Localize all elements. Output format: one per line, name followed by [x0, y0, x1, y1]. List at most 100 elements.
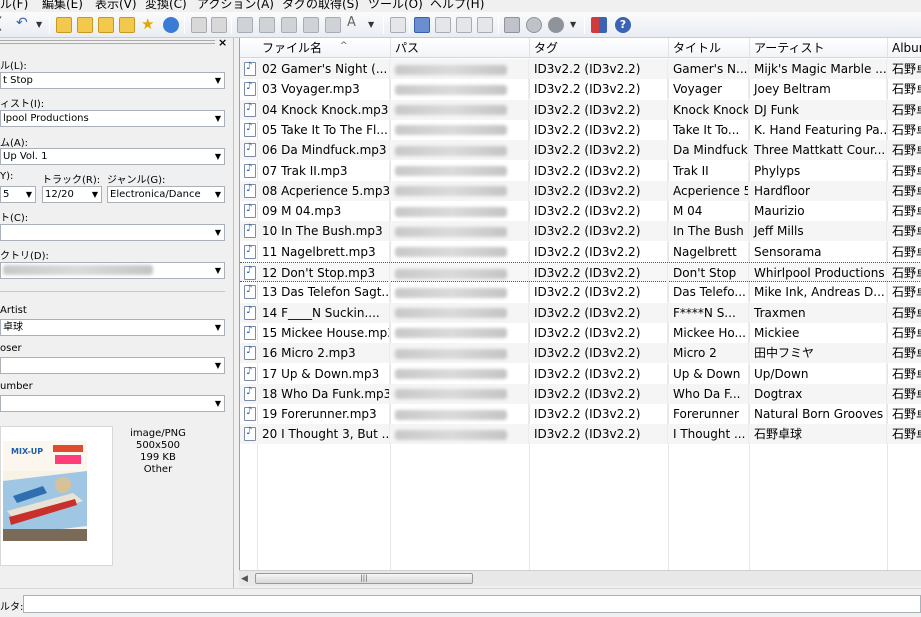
chevron-down-icon[interactable]: ▼ — [215, 187, 221, 202]
web-source-2-icon[interactable] — [526, 17, 542, 33]
web-source-3-icon[interactable] — [548, 17, 564, 33]
album-field[interactable]: Up Vol. 1 ▼ — [0, 148, 225, 165]
table-row[interactable]: 05 Take It To The Fl... ID3v2.2 (ID3v2.2)… — [240, 119, 921, 140]
table-row[interactable]: 14 F____N Suckin.... ID3v2.2 (ID3v2.2)F**… — [240, 302, 921, 323]
table-row[interactable]: 15 Mickee House.mp3ID3v2.2 (ID3v2.2)Mick… — [240, 322, 921, 343]
year-field[interactable]: 5 ▼ — [0, 186, 36, 203]
refresh-icon[interactable] — [163, 17, 179, 33]
column-header-path[interactable]: パス — [391, 38, 530, 58]
format-dropdown-icon[interactable]: ▼ — [368, 20, 374, 29]
table-row[interactable]: 06 Da Mindfuck.mp3 ID3v2.2 (ID3v2.2)Da Mi… — [240, 140, 921, 161]
table-row[interactable]: 18 Who Da Funk.mp3 ID3v2.2 (ID3v2.2)Who D… — [240, 383, 921, 404]
blurred-path — [395, 206, 507, 217]
undo-icon[interactable]: ↶ — [16, 15, 32, 31]
menu-view[interactable]: 表示(V) — [95, 0, 137, 12]
table-row[interactable]: 09 M 04.mp3 ID3v2.2 (ID3v2.2)M 04Maurizio… — [240, 201, 921, 222]
back-icon[interactable]: ❮ — [0, 15, 8, 31]
menu-convert[interactable]: 変換(C) — [145, 0, 187, 12]
table-row[interactable]: 20 I Thought 3, But ... ID3v2.2 (ID3v2.2)… — [240, 424, 921, 445]
playlist-icon[interactable] — [435, 17, 451, 33]
artist-field[interactable]: lpool Productions ▼ — [0, 110, 225, 127]
title-field[interactable]: t Stop ▼ — [0, 72, 225, 89]
file-list[interactable]: ファイル名 ^ パス タグ タイトル アーティスト Album 02 Gamer… — [239, 38, 921, 570]
menu-file[interactable]: ル(F) — [0, 0, 28, 12]
comment-field[interactable]: ▼ — [0, 224, 225, 241]
table-row[interactable]: 10 In The Bush.mp3 ID3v2.2 (ID3v2.2)In Th… — [240, 221, 921, 242]
horizontal-scrollbar[interactable]: ◀ ||| — [239, 570, 921, 586]
undo-dropdown-icon[interactable]: ▼ — [36, 20, 42, 29]
chevron-down-icon[interactable]: ▼ — [215, 358, 221, 373]
table-row[interactable]: 17 Up & Down.mp3 ID3v2.2 (ID3v2.2)Up & Do… — [240, 363, 921, 384]
column-header-filename[interactable]: ファイル名 ^ — [258, 38, 391, 58]
chevron-down-icon[interactable]: ▼ — [26, 187, 32, 202]
table-row[interactable]: 19 Forerunner.mp3 ID3v2.2 (ID3v2.2)Foreru… — [240, 404, 921, 425]
track-field[interactable]: 12/20 ▼ — [42, 186, 102, 203]
composer-field[interactable]: ▼ — [0, 357, 225, 374]
table-row[interactable]: 03 Voyager.mp3 ID3v2.2 (ID3v2.2)VoyagerJo… — [240, 79, 921, 100]
table-row[interactable]: 11 Nagelbrett.mp3 ID3v2.2 (ID3v2.2)Nagelb… — [240, 241, 921, 262]
table-row[interactable]: 08 Acperience 5.mp3 ID3v2.2 (ID3v2.2)Acpe… — [240, 180, 921, 201]
discnumber-field[interactable]: ▼ — [0, 395, 225, 412]
chevron-down-icon[interactable]: ▼ — [215, 396, 221, 411]
star-icon[interactable]: ★ — [141, 15, 157, 33]
menu-help[interactable]: ヘルプ(H) — [430, 0, 484, 12]
scrollbar-thumb[interactable]: ||| — [255, 573, 473, 584]
tag-from-filename-icon[interactable] — [259, 17, 275, 33]
table-row[interactable]: 13 Das Telefon Sagt... ID3v2.2 (ID3v2.2)D… — [240, 282, 921, 303]
chevron-down-icon[interactable]: ▼ — [215, 320, 221, 335]
blurred-path — [395, 145, 507, 156]
table-row[interactable]: 16 Micro 2.mp3 ID3v2.2 (ID3v2.2)Micro 2田中… — [240, 343, 921, 364]
text-format-icon[interactable]: A — [347, 15, 363, 31]
chevron-down-icon[interactable]: ▼ — [215, 149, 221, 164]
directory-field[interactable]: ▼ — [0, 262, 225, 279]
cell-title: In The Bush — [669, 221, 749, 242]
column-header-artist[interactable]: アーティスト — [750, 38, 888, 58]
chevron-down-icon[interactable]: ▼ — [215, 73, 221, 88]
filename-from-tag-icon[interactable] — [281, 17, 297, 33]
panel-grip[interactable] — [0, 40, 215, 44]
column-header-tag[interactable]: タグ — [530, 38, 669, 58]
column-header-title[interactable]: タイトル — [669, 38, 750, 58]
table-row[interactable]: 02 Gamer's Night (... ID3v2.2 (ID3v2.2)Ga… — [240, 59, 921, 79]
open-folder-icon[interactable] — [56, 17, 72, 33]
table-row-selected[interactable]: 12 Don't Stop.mp3 ID3v2.2 (ID3v2.2)Don't … — [240, 262, 921, 283]
chevron-down-icon[interactable]: ▼ — [215, 111, 221, 126]
filter-input[interactable] — [23, 595, 921, 613]
export-icon[interactable] — [414, 17, 430, 33]
favorites-folder-icon[interactable] — [98, 17, 114, 33]
tools-icon[interactable] — [591, 17, 607, 33]
column-header-album[interactable]: Album — [888, 38, 921, 58]
help-icon[interactable]: ? — [615, 17, 631, 33]
save-icon[interactable] — [191, 17, 207, 33]
tag-source-icon[interactable] — [237, 17, 253, 33]
table-row[interactable]: 04 Knock Knock.mp3 ID3v2.2 (ID3v2.2)Knock… — [240, 99, 921, 120]
chevron-down-icon[interactable]: ▼ — [92, 187, 98, 202]
add-folder-icon[interactable] — [77, 17, 93, 33]
cell-filename: 13 Das Telefon Sagt... — [258, 282, 390, 303]
cell-artist: Sensorama — [750, 241, 887, 262]
remove-tag-icon[interactable] — [211, 17, 227, 33]
menu-edit[interactable]: 編集(E) — [42, 0, 83, 12]
web-source-icon[interactable] — [504, 17, 520, 33]
scroll-left-icon[interactable]: ◀ — [241, 574, 248, 584]
close-icon[interactable]: × — [218, 36, 227, 49]
rename-icon[interactable] — [303, 17, 319, 33]
chevron-down-icon[interactable]: ▼ — [215, 263, 221, 278]
table-row[interactable]: 07 Trak II.mp3 ID3v2.2 (ID3v2.2)Trak IIPh… — [240, 160, 921, 181]
album-artist-field[interactable]: 卓球 ▼ — [0, 319, 225, 336]
folder-icon[interactable] — [477, 17, 493, 33]
cover-art-box[interactable]: MIX-UP — [0, 426, 113, 566]
text-file-icon[interactable] — [390, 17, 406, 33]
cell-tag: ID3v2.2 (ID3v2.2) — [530, 424, 668, 445]
genre-field[interactable]: Electronica/Dance ▼ — [107, 186, 225, 203]
case-conversion-icon[interactable] — [325, 17, 341, 33]
cell-artist: 田中フミヤ — [750, 343, 887, 364]
playlist-folder-icon[interactable] — [119, 17, 135, 33]
cell-title: Trak II — [669, 160, 749, 181]
chevron-down-icon[interactable]: ▼ — [215, 225, 221, 240]
info-icon[interactable] — [456, 17, 472, 33]
menu-action[interactable]: アクション(A) — [197, 0, 274, 12]
menu-tag-sources[interactable]: タグの取得(S) — [282, 0, 359, 12]
menu-tools[interactable]: ツール(O) — [368, 0, 423, 12]
web-source-dropdown-icon[interactable]: ▼ — [570, 20, 576, 29]
